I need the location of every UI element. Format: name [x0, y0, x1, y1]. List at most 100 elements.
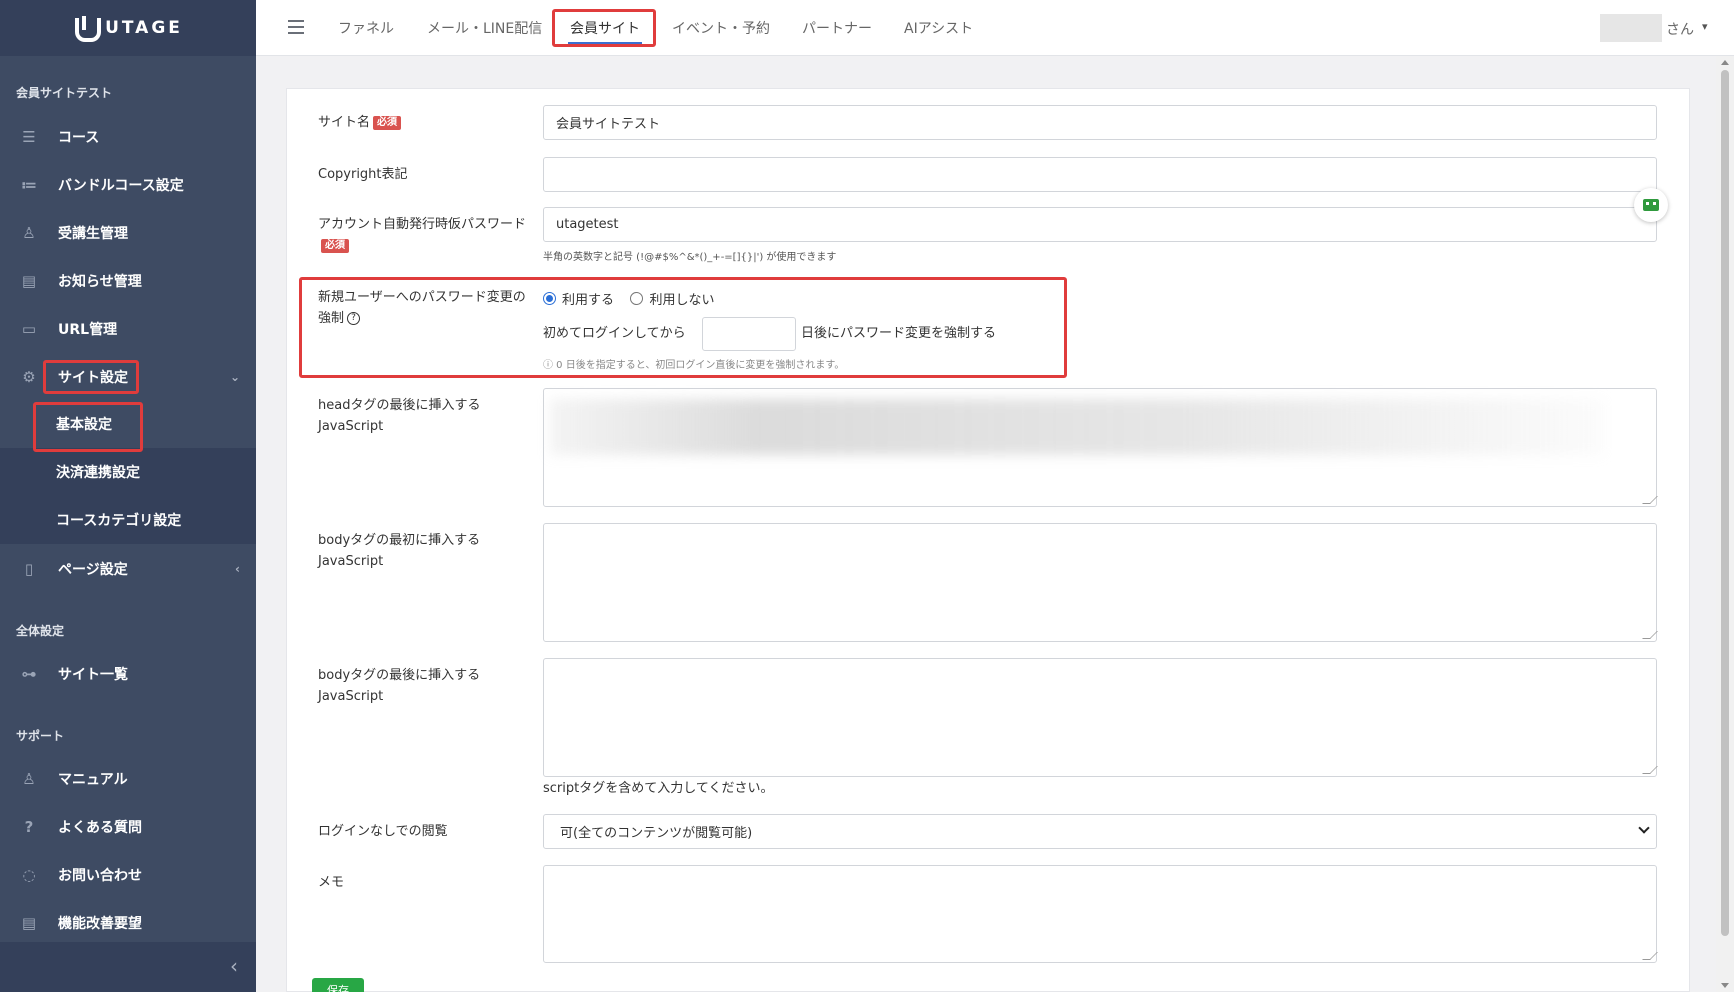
sidebar-subitem-payment[interactable]: 決済連携設定 — [0, 448, 256, 496]
body-start-js-label: bodyタグの最初に挿入する JavaScript — [318, 530, 480, 572]
radio-not-use-label: 利用しない — [649, 293, 715, 308]
page-icon: ▯ — [24, 560, 34, 578]
sidebar-item-bundle[interactable]: ≔ バンドルコース設定 — [0, 161, 256, 209]
sidebar: UTAGE 会員サイトテスト ☰ コース ≔ バンドルコース設定 ♙ 受講生管理… — [0, 0, 256, 992]
user-icon: ♙ — [22, 770, 36, 788]
radio-use-label: 利用する — [562, 293, 615, 308]
body-start-js-label-line1: bodyタグの最初に挿入する — [318, 533, 481, 548]
force-change-suffix: 日後にパスワード変更を強制する — [801, 326, 997, 341]
user-icon: ♙ — [22, 224, 36, 242]
gear-icon: ⚙ — [22, 368, 36, 386]
radio-dot[interactable] — [630, 292, 644, 305]
sidebar-collapse-button[interactable]: ‹ — [0, 942, 256, 992]
tab-ai-assist[interactable]: AIアシスト — [904, 18, 973, 38]
sidebar-subitem-basic[interactable]: 基本設定 — [0, 400, 256, 448]
radio-use[interactable]: 利用する — [543, 289, 614, 308]
newspaper-icon: ▤ — [21, 272, 37, 290]
temp-password-help: 半角の英数字と記号 (!@#$%^&*()_+-=[]{}|') が使用できます — [543, 252, 837, 263]
tab-member-site[interactable]: 会員サイト — [568, 18, 642, 44]
chevron-left-icon: ‹ — [235, 562, 240, 576]
document-icon: ▤ — [21, 914, 37, 932]
force-change-radio-group: 利用する 利用しない — [543, 289, 726, 309]
site-name-label: サイト名 必須 — [318, 112, 402, 133]
hamburger-menu-icon[interactable] — [288, 20, 304, 34]
sidebar-item-label: コース — [58, 130, 100, 146]
site-name-input[interactable]: 会員サイトテスト — [543, 105, 1657, 140]
sidebar-item-url[interactable]: ▭ URL管理 — [0, 305, 256, 353]
temp-password-label: アカウント自動発行時仮パスワード必須 — [318, 214, 532, 256]
sidebar-item-news[interactable]: ▤ お知らせ管理 — [0, 257, 256, 305]
question-icon: ? — [24, 818, 34, 836]
scrollbar-thumb[interactable] — [1721, 70, 1729, 936]
force-change-days-input[interactable] — [702, 317, 796, 351]
body-end-js-textarea[interactable] — [543, 658, 1657, 777]
memo-textarea[interactable] — [543, 865, 1657, 963]
sidebar-item-label: ページ設定 — [58, 562, 128, 578]
head-js-label-line2: JavaScript — [318, 419, 384, 434]
chevron-down-icon — [1638, 822, 1650, 834]
sidebar-item-label: マニュアル — [58, 772, 128, 788]
temp-password-input[interactable]: utagetest — [543, 207, 1657, 242]
copyright-label: Copyright表記 — [318, 167, 408, 182]
sidebar-item-label: バンドルコース設定 — [58, 178, 184, 194]
sidebar-item-feature-request[interactable]: ▤ 機能改善要望 — [0, 899, 256, 947]
body-end-js-label-line1: bodyタグの最後に挿入する — [318, 668, 481, 683]
list-icon: ☰ — [22, 128, 36, 146]
scroll-up-icon[interactable] — [1721, 60, 1729, 65]
tab-mail-line[interactable]: メール・LINE配信 — [427, 18, 542, 38]
required-badge: 必須 — [321, 238, 349, 253]
sidebar-item-manual[interactable]: ♙ マニュアル — [0, 755, 256, 803]
required-badge: 必須 — [373, 115, 402, 130]
site-name-label-text: サイト名 — [318, 115, 371, 130]
sidebar-item-faq[interactable]: ? よくある質問 — [0, 803, 256, 851]
sidebar-item-label: サイト設定 — [58, 370, 128, 386]
robot-icon — [1643, 199, 1659, 211]
tab-funnel[interactable]: ファネル — [338, 18, 394, 38]
body-end-js-label-line2: JavaScript — [318, 689, 384, 704]
sidebar-item-label: 受講生管理 — [58, 226, 128, 242]
head-js-textarea[interactable] — [543, 388, 1657, 507]
force-change-label: 新規ユーザーへのパスワード変更の強制? — [318, 287, 536, 329]
sidebar-item-label: お知らせ管理 — [58, 274, 142, 290]
sidebar-item-label: サイト一覧 — [58, 667, 128, 683]
sidebar-item-course[interactable]: ☰ コース — [0, 113, 256, 161]
logo[interactable]: UTAGE — [0, 0, 256, 56]
sidebar-subitem-category[interactable]: コースカテゴリ設定 — [0, 496, 256, 544]
radio-not-use[interactable]: 利用しない — [630, 289, 714, 308]
sidebar-item-contact[interactable]: ◌ お問い合わせ — [0, 851, 256, 899]
sidebar-item-site-list[interactable]: ⊶ サイト一覧 — [0, 650, 256, 698]
bullet-list-icon: ≔ — [21, 176, 37, 194]
chat-icon: ◌ — [22, 866, 36, 884]
temp-password-label-text: アカウント自動発行時仮パスワード — [318, 217, 527, 232]
body-start-js-label-line2: JavaScript — [318, 554, 384, 569]
help-circle-icon[interactable]: ? — [347, 312, 361, 325]
top-navbar: ファネル メール・LINE配信 会員サイト イベント・予約 パートナー AIアシ… — [256, 0, 1734, 56]
avatar[interactable] — [1600, 14, 1662, 42]
sidebar-section-site: 会員サイトテスト — [16, 86, 113, 100]
tab-partner[interactable]: パートナー — [802, 18, 872, 38]
copyright-input[interactable] — [543, 157, 1657, 192]
guest-view-label: ログインなしでの閲覧 — [318, 824, 448, 839]
caret-down-icon[interactable]: ▾ — [1702, 20, 1708, 33]
sidebar-item-students[interactable]: ♙ 受講生管理 — [0, 209, 256, 257]
force-change-note: ⓘ 0 日後を指定すると、初回ログイン直後に変更を強制されます。 — [543, 360, 845, 371]
guest-view-select[interactable]: 可(全てのコンテンツが閲覧可能) — [543, 814, 1657, 849]
scrollbar[interactable] — [1716, 56, 1734, 992]
chat-widget-button[interactable] — [1634, 188, 1668, 222]
body-start-js-textarea[interactable] — [543, 523, 1657, 642]
sidebar-submenu: 基本設定 決済連携設定 コースカテゴリ設定 — [0, 400, 256, 544]
memo-label: メモ — [318, 875, 345, 890]
guest-view-selected: 可(全てのコンテンツが閲覧可能) — [560, 826, 753, 841]
sidebar-item-site-settings[interactable]: ⚙ サイト設定 ⌄ — [0, 353, 256, 401]
radio-dot-selected[interactable] — [543, 292, 556, 305]
body-end-js-label: bodyタグの最後に挿入する JavaScript — [318, 665, 480, 707]
sidebar-item-label: よくある質問 — [58, 820, 142, 836]
chevron-left-icon: ‹ — [230, 954, 238, 978]
sitemap-icon: ⊶ — [21, 665, 37, 683]
tab-event-booking[interactable]: イベント・予約 — [672, 18, 770, 38]
sidebar-item-page-settings[interactable]: ▯ ページ設定 ‹ — [0, 545, 256, 593]
scroll-down-icon[interactable] — [1721, 983, 1729, 988]
save-button[interactable]: 保存 — [312, 978, 364, 992]
monitor-link-icon: ▭ — [21, 320, 37, 338]
user-menu[interactable]: さん — [1666, 19, 1694, 39]
